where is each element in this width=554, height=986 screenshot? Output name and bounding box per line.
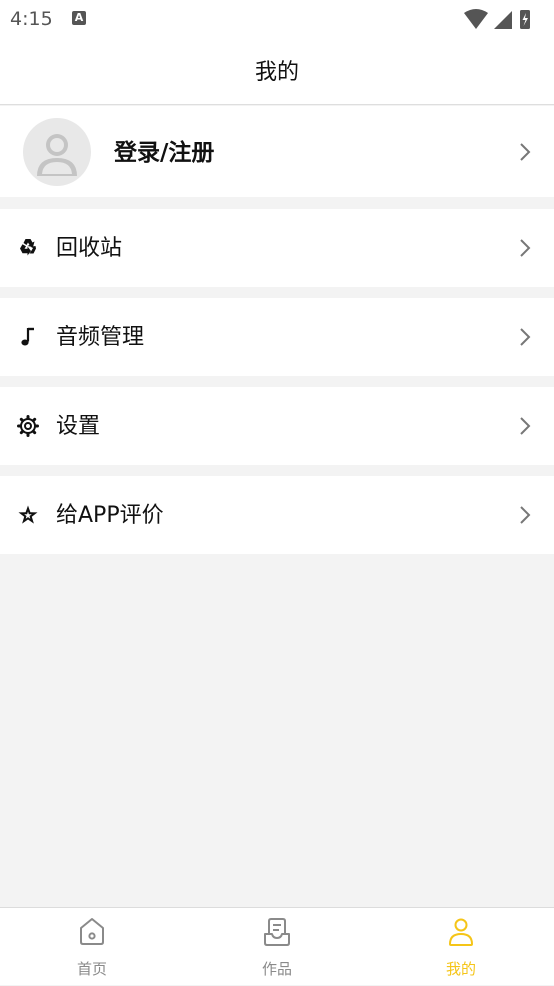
chevron-right-icon [520, 239, 531, 257]
app-bar: 我的 [0, 40, 554, 105]
wifi-icon [464, 9, 488, 29]
signal-icon [494, 11, 512, 29]
status-time: 4:15 [10, 8, 53, 30]
bottom-nav: 首页 作品 我的 [0, 907, 554, 985]
works-icon [264, 918, 290, 946]
menu-item-audio-management[interactable]: 音频管理 [0, 298, 554, 376]
tab-label: 首页 [76, 960, 107, 978]
star-icon [18, 505, 38, 524]
home-icon [80, 918, 104, 945]
a-icon: A [72, 11, 86, 25]
menu-item-label: 音频管理 [56, 325, 145, 350]
chevron-right-icon [520, 328, 531, 346]
chevron-right-icon [520, 143, 531, 161]
status-icons [464, 9, 530, 29]
menu-item-settings[interactable]: 设置 [0, 387, 554, 465]
page-title: 我的 [254, 60, 299, 85]
tab-home[interactable]: 首页 [0, 908, 184, 986]
menu-item-recycle-bin[interactable]: 回收站 [0, 209, 554, 287]
status-bar: 4:15 A [0, 0, 554, 40]
login-register-row[interactable]: 登录/注册 [0, 106, 554, 197]
tab-label: 作品 [261, 960, 292, 978]
login-register-label: 登录/注册 [114, 140, 215, 166]
tab-works[interactable]: 作品 [185, 908, 369, 986]
gear-icon [17, 415, 39, 437]
recycle-icon [20, 239, 36, 256]
tab-label: 我的 [445, 960, 476, 978]
person-icon [449, 918, 473, 946]
menu-item-label: 回收站 [56, 236, 123, 261]
user-avatar-icon [23, 118, 91, 186]
chevron-right-icon [520, 506, 531, 524]
tab-mine[interactable]: 我的 [369, 908, 553, 986]
menu-item-label: 给APP评价 [56, 503, 164, 528]
menu-item-rate-app[interactable]: 给APP评价 [0, 476, 554, 554]
music-note-icon [21, 327, 34, 346]
menu-item-label: 设置 [56, 414, 101, 439]
chevron-right-icon [520, 417, 531, 435]
